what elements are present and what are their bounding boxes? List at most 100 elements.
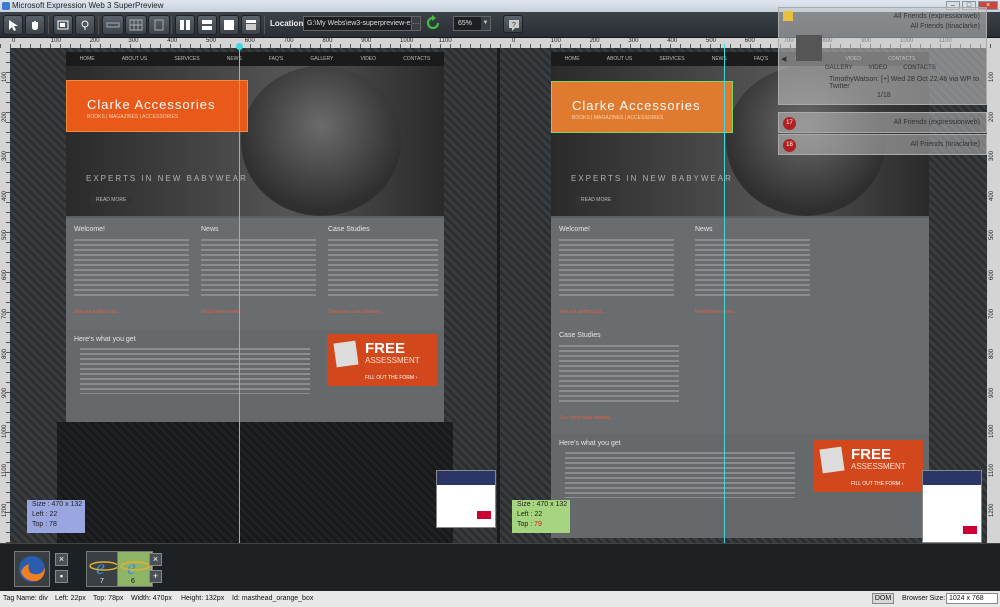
case-link[interactable]: See more case studies... [559,415,679,421]
notification-item[interactable]: 17 All Friends (expressionweb) [778,112,987,133]
ruler-label: 400 [167,38,178,44]
nav-faqs[interactable]: FAQ'S [269,56,283,62]
left-pane-overflow [57,422,453,543]
welcome-column: Welcome! See our authors tip... [559,226,674,315]
nav-services[interactable]: SERVICES [659,56,684,62]
nav-home[interactable]: HOME [565,56,580,62]
benefits-section: Here's what you get FREE ASSESSMENT FILL… [66,330,444,422]
ruler-label: 0 [512,38,516,44]
mini-nav: GALLERY VIDEO CONTACTS [825,65,936,71]
overlay-tool-button[interactable] [53,15,73,35]
thumb-header [923,471,981,485]
thumb-banner [477,511,491,519]
fill-form-link[interactable]: FILL OUT THE FORM › [851,481,903,487]
ruler-label: 800 [2,348,8,359]
nav-faqs[interactable]: FAQ'S [754,56,768,62]
baseline-options-button[interactable]: ▪ [55,570,68,583]
ie7-version: 7 [100,578,104,585]
grid-button[interactable] [125,15,147,35]
dom-highlight-button[interactable] [75,15,95,35]
browser-size-select[interactable]: 1024 x 768 [946,593,998,604]
ie-icon: e [120,557,150,579]
nav-about[interactable]: ABOUT US [607,56,632,62]
ruler-label: 200 [89,38,100,44]
twitter-notification[interactable]: All Friends (expressionweb) All Friends … [778,7,987,105]
ruler-label: 600 [989,269,995,280]
nav-gallery[interactable]: GALLERY [310,56,333,62]
location-input[interactable]: G:\My Webs\ew3-superpreview-exar [303,16,418,31]
guide-handle[interactable] [236,43,243,50]
ruler-label: 500 [2,229,8,240]
benefits-heading: Here's what you get [74,336,136,343]
author-link[interactable]: See our authors tip... [74,309,189,315]
news-text [201,239,316,299]
content-columns: Welcome! See our authors tip... News Rea… [66,218,444,330]
nav-video[interactable]: VIDEO [360,56,376,62]
baseline-thumbnail[interactable] [436,470,496,528]
chevron-left-icon[interactable]: ◀ [781,55,786,63]
baseline-browser-firefox[interactable] [14,551,50,587]
assessment-label: ASSESSMENT [851,462,906,471]
free-assessment-banner[interactable]: FREE ASSESSMENT FILL OUT THE FORM › [813,440,923,492]
refresh-icon[interactable] [425,15,441,31]
pane-divider[interactable] [497,48,500,543]
horizontal-ruler-button[interactable] [102,15,124,35]
read-more-button[interactable]: READ MORE [90,196,133,204]
side-by-side-horizontal-button[interactable] [197,15,217,35]
remove-baseline-button[interactable]: × [55,553,68,566]
pan-tool-button[interactable] [25,15,45,35]
remove-browser-button[interactable]: × [149,553,162,566]
author-link[interactable]: See our authors tip... [559,309,674,315]
notification-line1: All Friends (expressionweb) [893,13,980,20]
ruler-label: 1200 [2,503,8,517]
help-button[interactable]: ? [503,15,523,33]
notification-item[interactable]: 18 All Friends (tinaclarke) [778,134,987,155]
comparison-thumbnail[interactable] [922,470,982,543]
news-column: News Read more news... [201,226,316,315]
hero-tagline: EXPERTS IN NEW BABYWEAR [86,174,248,183]
location-dropdown[interactable]: … [411,16,421,31]
ruler-label: 1100 [2,464,8,477]
ruler-label: 700 [989,308,995,319]
nav-contacts[interactable]: CONTACTS [403,56,430,62]
browser-ie6[interactable]: e 6 [117,551,153,587]
ruler-label: 400 [667,38,678,44]
case-link[interactable]: See more case studies... [328,309,438,315]
notification-item-label: All Friends (expressionweb) [893,119,980,126]
nav-home[interactable]: HOME [80,56,95,62]
magnifier-icon [81,20,89,30]
nav-services[interactable]: SERVICES [174,56,199,62]
add-browser-button[interactable]: + [149,570,162,583]
baby-photo [241,66,401,216]
form-icon [333,340,359,368]
ruler-label: 900 [989,387,995,398]
read-more-button[interactable]: READ MORE [575,196,618,204]
news-link[interactable]: Read more news... [201,309,316,315]
single-view-button[interactable] [219,15,239,35]
free-assessment-banner[interactable]: FREE ASSESSMENT FILL OUT THE FORM › [327,334,437,386]
side-by-side-vertical-button[interactable] [175,15,195,35]
dom-button[interactable]: DOM [872,593,894,604]
ruler-label: 600 [2,269,8,280]
guide-line[interactable] [724,44,725,543]
vertical-ruler-button[interactable] [148,15,170,35]
overlay-icon [57,20,69,30]
nav-about[interactable]: ABOUT US [122,56,147,62]
zoom-select[interactable]: 65% ▼ [453,16,491,31]
news-link[interactable]: Read more news... [695,309,810,315]
select-tool-button[interactable] [3,15,23,35]
ruler-label: 800 [322,38,333,44]
grid-icon [129,19,143,31]
case-heading: Case Studies [559,332,601,339]
ruler-label: 400 [2,190,8,201]
masthead-orange-box-comparison[interactable]: Clarke Accessories BOOKS | MAGAZINES | A… [551,81,733,133]
welcome-text [74,239,189,299]
news-text [695,239,810,299]
masthead-orange-box[interactable]: Clarke Accessories BOOKS | MAGAZINES | A… [66,80,248,132]
svg-text:?: ? [512,22,516,29]
overlay-view-button[interactable] [241,15,261,35]
ruler-label: 1200 [989,503,995,517]
fill-form-link[interactable]: FILL OUT THE FORM › [365,375,417,381]
guide-line[interactable] [239,44,240,543]
mini-nav-video: VIDEO [868,65,888,71]
